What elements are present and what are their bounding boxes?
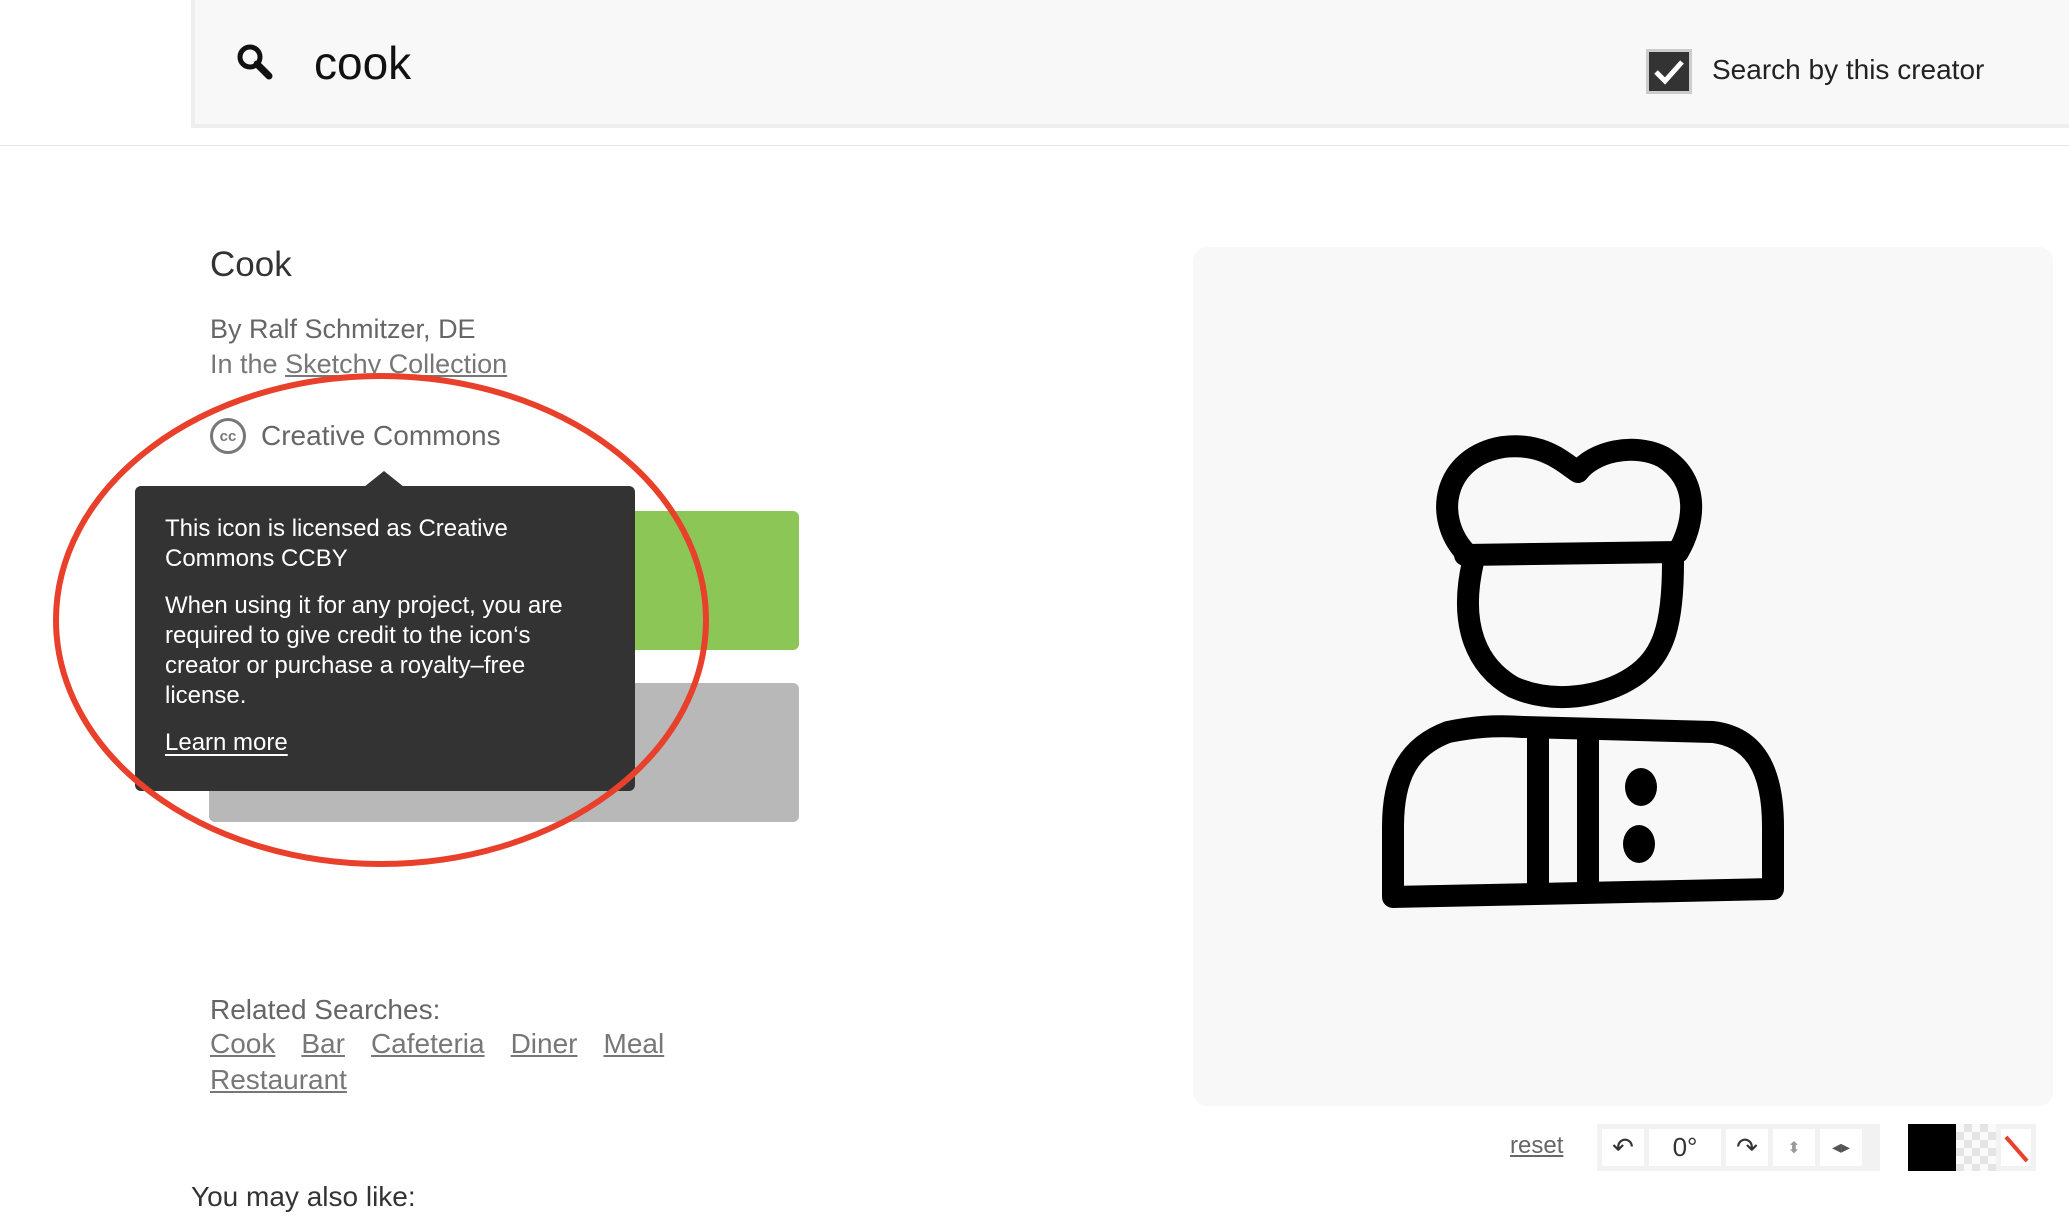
icon-author: By Ralf Schmitzer, DE bbox=[210, 314, 476, 344]
related-link[interactable]: Diner bbox=[511, 1026, 578, 1062]
collection-prefix: In the bbox=[210, 349, 278, 379]
related-searches: Cook Bar Cafeteria Diner Meal Restaurant bbox=[210, 1026, 710, 1098]
related-link[interactable]: Bar bbox=[301, 1026, 345, 1062]
reset-link[interactable]: reset bbox=[1510, 1132, 1563, 1160]
related-link[interactable]: Cafeteria bbox=[371, 1026, 485, 1062]
transparent-swatch[interactable] bbox=[1956, 1124, 1996, 1171]
icon-title: Cook bbox=[210, 245, 292, 284]
rotate-right-icon[interactable]: ↷ bbox=[1726, 1129, 1768, 1166]
icon-collection: In the Sketchy Collection bbox=[210, 349, 507, 380]
license-label[interactable]: Creative Commons bbox=[261, 420, 501, 452]
transform-toolbar: ↶ 0° ↷ ⬍ ◂▸ bbox=[1597, 1124, 1880, 1171]
search-input[interactable]: cook bbox=[314, 36, 411, 90]
also-like-heading: You may also like: bbox=[191, 1181, 416, 1212]
no-color-swatch[interactable] bbox=[1996, 1124, 2036, 1171]
no-color-icon bbox=[2001, 1129, 2031, 1166]
tooltip-text-2: When using it for any project, you are r… bbox=[165, 592, 563, 709]
related-searches-title: Related Searches: bbox=[210, 994, 441, 1025]
flip-vertical-icon[interactable]: ⬍ bbox=[1773, 1129, 1815, 1166]
learn-more-link[interactable]: Learn more bbox=[165, 729, 288, 756]
license-tooltip: This icon is licensed as Creative Common… bbox=[135, 486, 635, 791]
creative-commons-icon[interactable]: cc bbox=[210, 418, 246, 454]
checkmark-icon bbox=[1654, 59, 1684, 85]
cook-icon bbox=[1382, 435, 1784, 908]
collection-link[interactable]: Sketchy Collection bbox=[285, 349, 507, 379]
tooltip-arrow bbox=[364, 471, 404, 487]
search-by-creator-checkbox[interactable] bbox=[1646, 49, 1692, 94]
tooltip-text-1: This icon is licensed as Creative Common… bbox=[165, 515, 508, 572]
rotate-left-icon[interactable]: ↶ bbox=[1602, 1129, 1644, 1166]
related-link[interactable]: Cook bbox=[210, 1026, 275, 1062]
divider bbox=[0, 145, 2069, 146]
search-by-creator-label[interactable]: Search by this creator bbox=[1712, 54, 1984, 86]
color-swatch-black[interactable] bbox=[1908, 1124, 1956, 1171]
related-link[interactable]: Restaurant bbox=[210, 1062, 347, 1098]
color-picker bbox=[1908, 1124, 2036, 1171]
related-link[interactable]: Meal bbox=[604, 1026, 665, 1062]
flip-horizontal-icon[interactable]: ◂▸ bbox=[1820, 1129, 1862, 1166]
search-icon[interactable] bbox=[235, 42, 275, 82]
icon-preview bbox=[1193, 247, 2053, 1106]
rotation-value[interactable]: 0° bbox=[1649, 1129, 1721, 1166]
